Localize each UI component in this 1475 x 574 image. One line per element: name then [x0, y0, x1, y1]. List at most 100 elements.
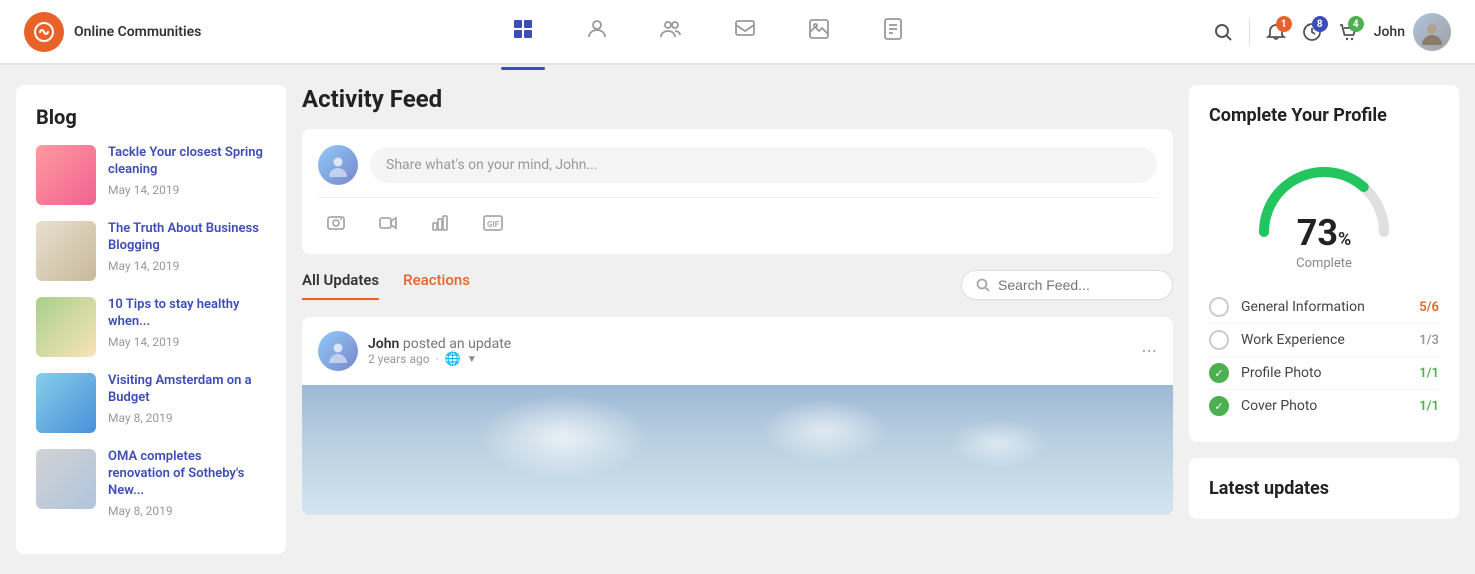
nav-home[interactable] [501, 9, 545, 55]
list-item[interactable]: 10 Tips to stay healthy when... May 14, … [36, 297, 266, 357]
activity-button[interactable]: 8 [1302, 22, 1322, 42]
work-label: Work Experience [1241, 332, 1407, 348]
logo[interactable]: Online Communities [24, 12, 204, 52]
feed: Activity Feed Share what's on your mind,… [302, 85, 1173, 554]
percent-symbol: % [1338, 229, 1351, 250]
photo-status-icon: ✓ [1209, 363, 1229, 383]
tab-all-updates[interactable]: All Updates [302, 271, 379, 299]
photo-button[interactable] [318, 208, 354, 238]
navbar-right: 1 8 4 John [1213, 13, 1451, 51]
navbar-divider [0, 63, 1475, 64]
dropdown-arrow-icon: ▼ [467, 354, 477, 365]
nav-notes[interactable] [871, 9, 915, 55]
post-card: John posted an update 2 years ago · 🌐 ▼ … [302, 317, 1173, 515]
gif-button[interactable]: GIF [474, 208, 512, 238]
post-options-button[interactable]: ··· [1141, 339, 1157, 363]
blog-thumbnail [36, 221, 96, 281]
photo-count: 1/1 [1419, 366, 1439, 381]
blog-title: Tackle Your closest Spring cleaning [108, 145, 266, 179]
nav-messages[interactable] [723, 9, 767, 55]
sidebar: Blog Tackle Your closest Spring cleaning… [16, 85, 286, 554]
notifications-button[interactable]: 1 [1266, 22, 1286, 42]
nav-media[interactable] [797, 9, 841, 55]
gauge: 73% Complete [1209, 142, 1439, 271]
blog-date: May 8, 2019 [108, 411, 266, 425]
globe-icon: 🌐 [445, 352, 461, 367]
nav-groups[interactable] [649, 9, 693, 55]
profile-icon [585, 17, 609, 47]
post-box: Share what's on your mind, John... [302, 129, 1173, 254]
blog-thumbnail [36, 449, 96, 509]
cover-status-icon: ✓ [1209, 396, 1229, 416]
list-item[interactable]: Visiting Amsterdam on a Budget May 8, 20… [36, 373, 266, 433]
notifications-badge: 1 [1276, 16, 1292, 32]
right-panel: Complete Your Profile 73% Complete [1189, 85, 1459, 554]
groups-icon [659, 17, 683, 47]
search-input[interactable] [998, 277, 1158, 293]
blog-thumbnail [36, 373, 96, 433]
user-menu[interactable]: John [1374, 13, 1451, 51]
blog-thumbnail [36, 145, 96, 205]
profile-item-photo: ✓ Profile Photo 1/1 [1209, 357, 1439, 390]
poll-button[interactable] [422, 208, 458, 238]
blog-date: May 14, 2019 [108, 259, 266, 273]
main-layout: Blog Tackle Your closest Spring cleaning… [0, 65, 1475, 574]
general-count: 5/6 [1419, 300, 1439, 315]
blog-title: Visiting Amsterdam on a Budget [108, 373, 266, 407]
main-nav [204, 9, 1213, 55]
activity-badge: 8 [1312, 16, 1328, 32]
profile-complete-title: Complete Your Profile [1209, 105, 1439, 126]
profile-item-general: General Information 5/6 [1209, 291, 1439, 324]
feed-tabs: All Updates Reactions [302, 270, 1173, 301]
profile-item-work: Work Experience 1/3 [1209, 324, 1439, 357]
tab-reactions[interactable]: Reactions [403, 271, 470, 299]
work-status-icon [1209, 330, 1229, 350]
video-button[interactable] [370, 208, 406, 238]
complete-label: Complete [1296, 256, 1352, 271]
gauge-value: 73% Complete [1296, 212, 1352, 271]
blog-date: May 14, 2019 [108, 335, 266, 349]
blog-date: May 14, 2019 [108, 183, 266, 197]
list-item[interactable]: The Truth About Business Blogging May 14… [36, 221, 266, 281]
general-status-icon [1209, 297, 1229, 317]
photo-label: Profile Photo [1241, 365, 1407, 381]
list-item[interactable]: Tackle Your closest Spring cleaning May … [36, 145, 266, 205]
blog-title: OMA completes renovation of Sotheby's Ne… [108, 449, 266, 500]
nav-profile[interactable] [575, 9, 619, 55]
blog-title: 10 Tips to stay healthy when... [108, 297, 266, 331]
search-button[interactable] [1213, 22, 1233, 42]
profile-item-cover: ✓ Cover Photo 1/1 [1209, 390, 1439, 422]
notes-icon [881, 17, 905, 47]
general-label: General Information [1241, 299, 1407, 315]
profile-complete-card: Complete Your Profile 73% Complete [1189, 85, 1459, 442]
post-avatar [318, 331, 358, 371]
percent-value: 73 [1297, 212, 1338, 254]
navbar: Online Communities [0, 0, 1475, 65]
list-item[interactable]: OMA completes renovation of Sotheby's Ne… [36, 449, 266, 518]
cover-count: 1/1 [1419, 399, 1439, 414]
latest-updates-card: Latest updates [1189, 458, 1459, 519]
feed-title: Activity Feed [302, 85, 1173, 113]
logo-icon [24, 12, 64, 52]
media-icon [807, 17, 831, 47]
sidebar-title: Blog [36, 105, 266, 129]
cart-badge: 4 [1348, 16, 1364, 32]
app-name: Online Communities [74, 24, 201, 41]
post-image [302, 385, 1173, 515]
blog-date: May 8, 2019 [108, 504, 266, 518]
avatar-image [1413, 13, 1451, 51]
home-icon [511, 17, 535, 47]
latest-updates-title: Latest updates [1209, 478, 1439, 499]
cart-button[interactable]: 4 [1338, 22, 1358, 42]
search-icon [976, 278, 990, 292]
blog-thumbnail [36, 297, 96, 357]
svg-text:GIF: GIF [487, 220, 500, 229]
feed-search [961, 270, 1173, 300]
cover-label: Cover Photo [1241, 398, 1407, 414]
post-user-avatar [318, 145, 358, 185]
user-name: John [1374, 24, 1405, 40]
post-input[interactable]: Share what's on your mind, John... [370, 147, 1157, 183]
post-time: 2 years ago · 🌐 ▼ [368, 352, 1141, 367]
divider [1249, 18, 1250, 46]
work-count: 1/3 [1419, 333, 1439, 348]
